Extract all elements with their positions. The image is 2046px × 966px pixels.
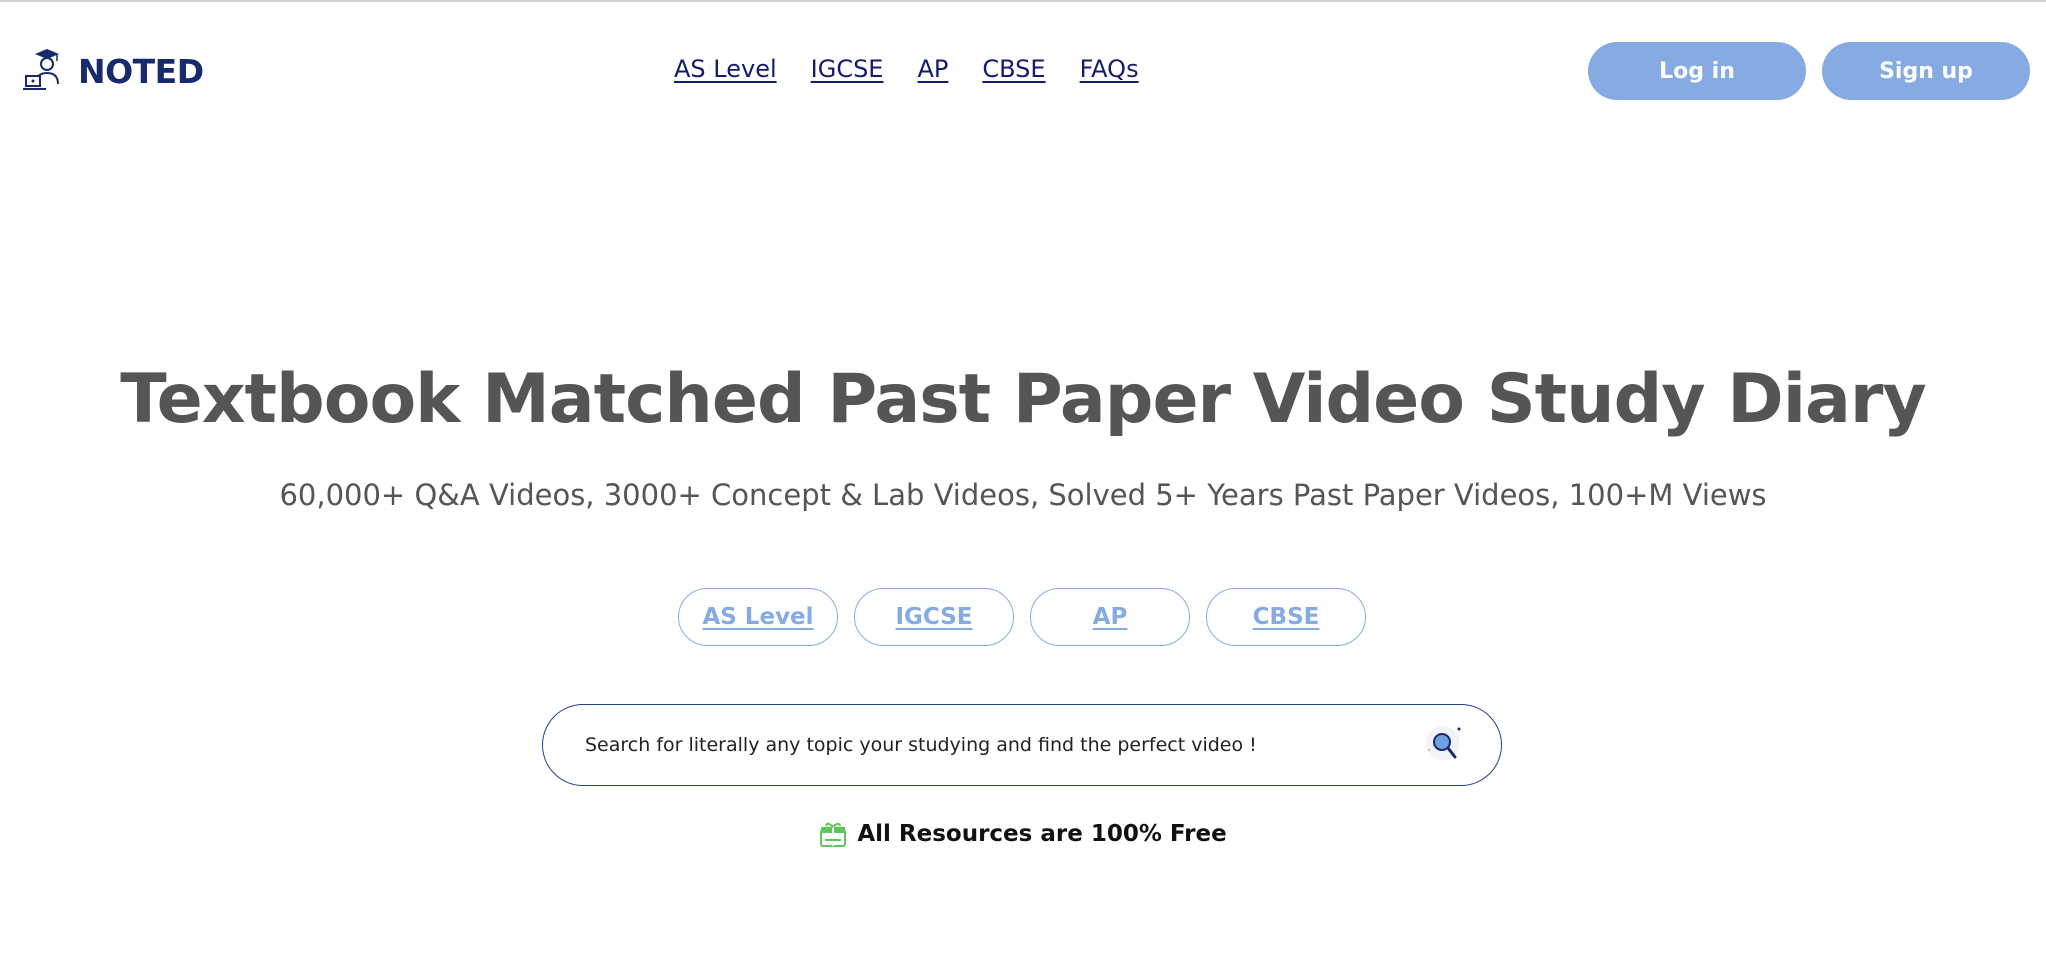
chip-as-level[interactable]: AS Level [678, 588, 838, 646]
free-resources-note: All Resources are 100% Free [0, 820, 2046, 848]
nav-link-igcse[interactable]: IGCSE [811, 55, 884, 83]
nav-link-faqs[interactable]: FAQs [1080, 55, 1139, 83]
top-border [0, 0, 2046, 2]
search-input[interactable] [585, 734, 1423, 756]
nav-link-as-level[interactable]: AS Level [674, 55, 777, 83]
chip-ap[interactable]: AP [1030, 588, 1190, 646]
login-button[interactable]: Log in [1588, 42, 1806, 100]
main-nav: AS Level IGCSE AP CBSE FAQs [674, 55, 1139, 83]
free-resources-text: All Resources are 100% Free [857, 821, 1227, 847]
gift-icon [820, 822, 847, 847]
graduate-with-laptop-icon [23, 49, 59, 90]
logo-link[interactable]: NOTED [22, 46, 204, 96]
nav-link-cbse[interactable]: CBSE [982, 55, 1045, 83]
hero-subtitle: 60,000+ Q&A Videos, 3000+ Concept & Lab … [279, 478, 1767, 512]
nav-link-ap[interactable]: AP [917, 55, 948, 83]
chip-igcse[interactable]: IGCSE [854, 588, 1014, 646]
magnifier-icon[interactable] [1423, 723, 1467, 767]
signup-button[interactable]: Sign up [1822, 42, 2030, 100]
logo-text: NOTED [78, 51, 204, 91]
hero-title: Textbook Matched Past Paper Video Study … [120, 360, 1927, 439]
chip-cbse[interactable]: CBSE [1206, 588, 1366, 646]
search-bar [542, 704, 1502, 786]
curriculum-chips: AS Level IGCSE AP CBSE [678, 588, 1366, 646]
